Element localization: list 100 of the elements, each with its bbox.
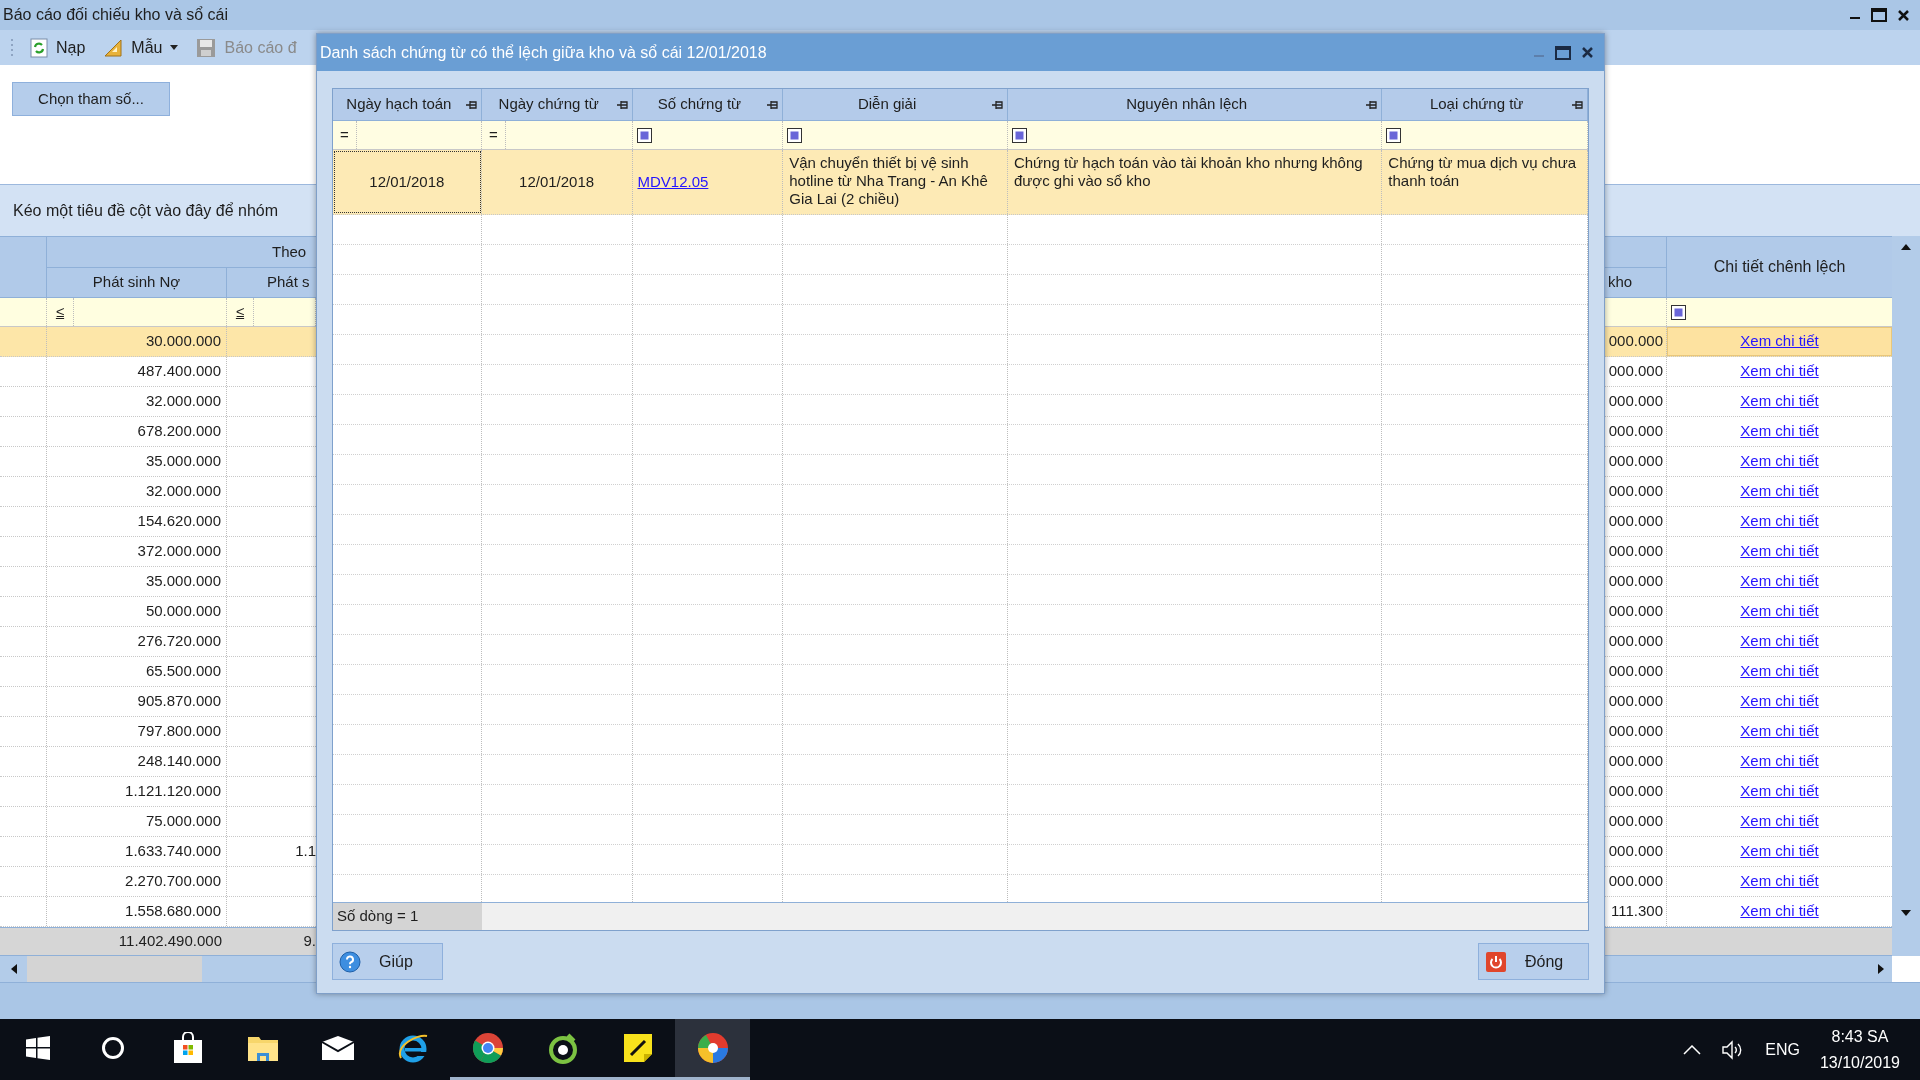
chevron-up-icon[interactable] <box>1683 1044 1702 1055</box>
view-details-link[interactable]: Xem chi tiết <box>1740 900 1819 923</box>
close-icon[interactable] <box>1897 8 1910 22</box>
clock-time[interactable]: 8:43 SA <box>1831 1023 1889 1050</box>
close-icon[interactable] <box>1581 46 1594 59</box>
pin-icon[interactable] <box>990 99 1003 110</box>
filter-checkbox-icon[interactable] <box>787 127 803 143</box>
pin-icon[interactable] <box>1365 99 1378 110</box>
toolbar-button[interactable]: Nạp <box>26 33 90 62</box>
table-cell-text: 1.121.120.000 <box>125 781 221 802</box>
maximize-icon[interactable] <box>1871 8 1887 22</box>
table-cell-text: 12/01/2018 <box>369 171 445 192</box>
column-header[interactable]: Phát s <box>227 268 316 297</box>
taskbar-button[interactable] <box>675 1019 750 1080</box>
table-cell-text: 000.000 <box>1608 871 1663 892</box>
filter-checkbox-icon[interactable] <box>1386 127 1402 143</box>
view-details-link[interactable]: Xem chi tiết <box>1740 660 1819 683</box>
view-details-link[interactable]: Xem chi tiết <box>1740 540 1819 563</box>
vertical-scrollbar[interactable] <box>1892 236 1920 956</box>
pin-icon[interactable] <box>766 99 779 110</box>
total-cell-text: 9. <box>303 931 316 952</box>
language-indicator[interactable]: ENG <box>1765 1037 1800 1062</box>
dropdown-caret-icon[interactable] <box>170 45 179 50</box>
view-details-link[interactable]: Xem chi tiết <box>1740 840 1819 863</box>
filter-operator[interactable]: = <box>333 121 357 149</box>
column-header[interactable]: Ngày hạch toán <box>333 93 465 116</box>
view-details-link[interactable]: Xem chi tiết <box>1740 360 1819 383</box>
view-details-link[interactable]: Xem chi tiết <box>1740 630 1819 653</box>
view-details-link[interactable]: Xem chi tiết <box>1740 870 1819 893</box>
scroll-right-arrow-icon[interactable] <box>1878 964 1884 974</box>
table-cell-text: 372.000.000 <box>137 541 221 562</box>
table-cell-text: 276.720.000 <box>137 631 221 652</box>
table-cell-text: 678.200.000 <box>137 421 221 442</box>
choose-parameters-button[interactable]: Chọn tham số... <box>12 82 170 116</box>
table-cell-text: 000.000 <box>1608 331 1663 352</box>
view-details-link[interactable]: Xem chi tiết <box>1740 420 1819 443</box>
column-header[interactable]: Ngày chứng từ <box>481 93 616 116</box>
table-cell-text: 000.000 <box>1608 661 1663 682</box>
maximize-icon[interactable] <box>1555 45 1571 60</box>
table-cell-text: 30.000.000 <box>145 331 221 352</box>
sticky-note-icon <box>622 1033 653 1063</box>
view-details-link[interactable]: Xem chi tiết <box>1740 570 1819 593</box>
table-cell-text: 000.000 <box>1608 541 1663 562</box>
table-cell-text: 2.270.700.000 <box>125 871 221 892</box>
help-button[interactable]: Giúp <box>332 943 443 980</box>
table-cell-text: 000.000 <box>1608 841 1663 862</box>
table-cell-text: Vận chuyển thiết bị vệ sinh hotline từ Nha Trang - An Khê Gia Lai (2 chiều) <box>789 154 989 208</box>
filter-checkbox-icon[interactable] <box>1671 304 1686 320</box>
filter-checkbox-icon[interactable] <box>636 127 652 143</box>
table-cell-text: 1.633.740.000 <box>125 841 221 862</box>
filter-operator[interactable]: ≤ <box>47 298 74 326</box>
envelope-icon <box>320 1036 355 1060</box>
column-header[interactable]: Nguyên nhân lệch <box>1007 93 1366 116</box>
scroll-down-arrow-icon[interactable] <box>1901 910 1911 916</box>
table-cell-text: 000.000 <box>1608 451 1663 472</box>
table-cell-text: 487.400.000 <box>137 361 221 382</box>
pin-icon[interactable] <box>1571 99 1583 110</box>
view-details-link[interactable]: Xem chi tiết <box>1740 450 1819 473</box>
table-cell-text: 000.000 <box>1608 721 1663 742</box>
filter-operator[interactable]: ≤ <box>227 298 254 326</box>
scroll-up-arrow-icon[interactable] <box>1901 244 1911 250</box>
table-cell-text: 000.000 <box>1608 511 1663 532</box>
table-cell-text: 12/01/2018 <box>519 171 595 192</box>
chrome-icon <box>471 1032 504 1064</box>
column-header[interactable]: Số chứng từ <box>632 93 767 116</box>
power-icon <box>1485 950 1507 973</box>
table-cell-text: 000.000 <box>1608 811 1663 832</box>
circle-icon <box>100 1036 125 1060</box>
column-header[interactable]: Diễn giải <box>783 93 991 116</box>
voucher-link[interactable]: MDV12.05 <box>637 170 709 194</box>
filter-checkbox-icon[interactable] <box>1011 127 1027 143</box>
column-header[interactable]: Chi tiết chênh lệch <box>1667 237 1892 297</box>
table-cell-text: 1.558.680.000 <box>125 901 221 922</box>
clock-date[interactable]: 13/10/2019 <box>1819 1049 1900 1076</box>
folder-icon <box>246 1034 279 1062</box>
toolbar-button[interactable]: Mẫu <box>99 33 183 62</box>
scrollbar-thumb[interactable] <box>27 956 202 982</box>
column-header[interactable]: Phát sinh Nợ <box>47 268 227 297</box>
column-header[interactable]: Loại chứng từ <box>1382 93 1571 116</box>
scroll-left-arrow-icon[interactable] <box>10 964 17 974</box>
view-details-link[interactable]: Xem chi tiết <box>1740 480 1819 503</box>
table-cell-text: 000.000 <box>1608 691 1663 712</box>
pin-icon[interactable] <box>615 99 628 110</box>
table-cell-text: 000.000 <box>1608 421 1663 442</box>
view-details-link[interactable]: Xem chi tiết <box>1740 810 1819 833</box>
table-cell-text: 000.000 <box>1608 631 1663 652</box>
view-details-link[interactable]: Xem chi tiết <box>1740 390 1819 413</box>
table-cell-text: 000.000 <box>1608 391 1663 412</box>
column-header[interactable]: kho <box>1605 268 1666 297</box>
view-details-link[interactable]: Xem chi tiết <box>1740 510 1819 533</box>
table-row[interactable] <box>333 150 1588 215</box>
view-details-link[interactable]: Xem chi tiết <box>1740 720 1819 743</box>
table-cell-text: 797.800.000 <box>137 721 221 742</box>
filter-operator[interactable]: = <box>481 121 506 149</box>
view-details-link[interactable]: Xem chi tiết <box>1740 750 1819 773</box>
view-details-link[interactable]: Xem chi tiết <box>1740 690 1819 713</box>
pin-icon[interactable] <box>464 99 477 110</box>
view-details-link[interactable]: Xem chi tiết <box>1740 600 1819 623</box>
view-details-link[interactable]: Xem chi tiết <box>1740 780 1819 803</box>
close-button[interactable]: Đóng <box>1478 943 1589 980</box>
